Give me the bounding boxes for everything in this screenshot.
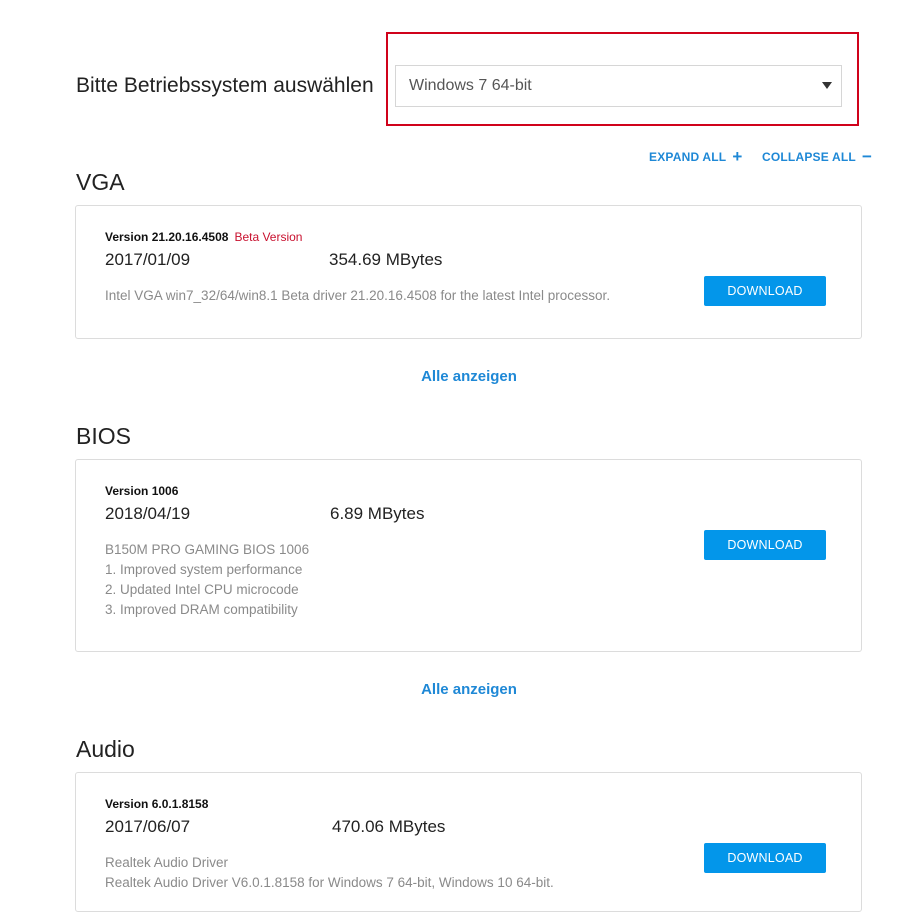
expand-all-button[interactable]: EXPAND ALL + [649, 147, 743, 166]
description-line: Realtek Audio Driver [105, 855, 229, 870]
section-title-audio: Audio [76, 736, 135, 762]
description-line: 3. Improved DRAM compatibility [105, 602, 298, 617]
minus-icon: − [861, 147, 873, 166]
show-all-link[interactable]: Alle anzeigen [421, 368, 517, 385]
file-size: 6.89 MBytes [330, 504, 425, 523]
version-label: Version 21.20.16.4508 Beta Version [105, 230, 303, 244]
os-select-label: Bitte Betriebssystem auswählen [76, 74, 374, 97]
show-all-link[interactable]: Alle anzeigen [421, 681, 517, 698]
collapse-all-label: COLLAPSE ALL [762, 150, 856, 164]
release-date: 2017/06/07 [105, 817, 191, 836]
description-line: Intel VGA win7_32/64/win8.1 Beta driver … [105, 288, 611, 303]
driver-description: Realtek Audio Driver Realtek Audio Drive… [105, 853, 554, 893]
beta-badge: Beta Version [234, 230, 303, 244]
driver-card-bios: Version 1006 2018/04/19 6.89 MBytes B150… [75, 459, 862, 652]
download-button[interactable]: DOWNLOAD [704, 276, 826, 306]
section-title-vga: VGA [76, 169, 125, 195]
driver-description: B150M PRO GAMING BIOS 1006 1. Improved s… [105, 540, 309, 620]
download-button[interactable]: DOWNLOAD [704, 843, 826, 873]
collapse-all-button[interactable]: COLLAPSE ALL − [762, 147, 873, 166]
show-all-vga: Alle anzeigen [0, 368, 909, 385]
caret-down-icon [822, 82, 832, 89]
driver-card-vga: Version 21.20.16.4508 Beta Version 2017/0… [75, 205, 862, 339]
download-button[interactable]: DOWNLOAD [704, 530, 826, 560]
description-line: Realtek Audio Driver V6.0.1.8158 for Win… [105, 875, 554, 890]
release-date: 2018/04/19 [105, 504, 191, 523]
description-line: 1. Improved system performance [105, 562, 303, 577]
version-label: Version 6.0.1.8158 [105, 797, 209, 811]
file-size: 470.06 MBytes [332, 817, 446, 836]
show-all-bios: Alle anzeigen [0, 681, 909, 698]
file-size: 354.69 MBytes [329, 250, 443, 269]
section-title-bios: BIOS [76, 423, 131, 449]
release-date: 2017/01/09 [105, 250, 191, 269]
os-select-dropdown[interactable]: Windows 7 64-bit [395, 65, 842, 107]
driver-card-audio: Version 6.0.1.8158 2017/06/07 470.06 MBy… [75, 772, 862, 912]
driver-description: Intel VGA win7_32/64/win8.1 Beta driver … [105, 286, 610, 306]
expand-all-label: EXPAND ALL [649, 150, 727, 164]
os-select-value: Windows 7 64-bit [409, 77, 532, 94]
description-line: 2. Updated Intel CPU microcode [105, 582, 299, 597]
plus-icon: + [732, 147, 743, 166]
description-line: B150M PRO GAMING BIOS 1006 [105, 542, 310, 557]
version-label: Version 1006 [105, 484, 179, 498]
